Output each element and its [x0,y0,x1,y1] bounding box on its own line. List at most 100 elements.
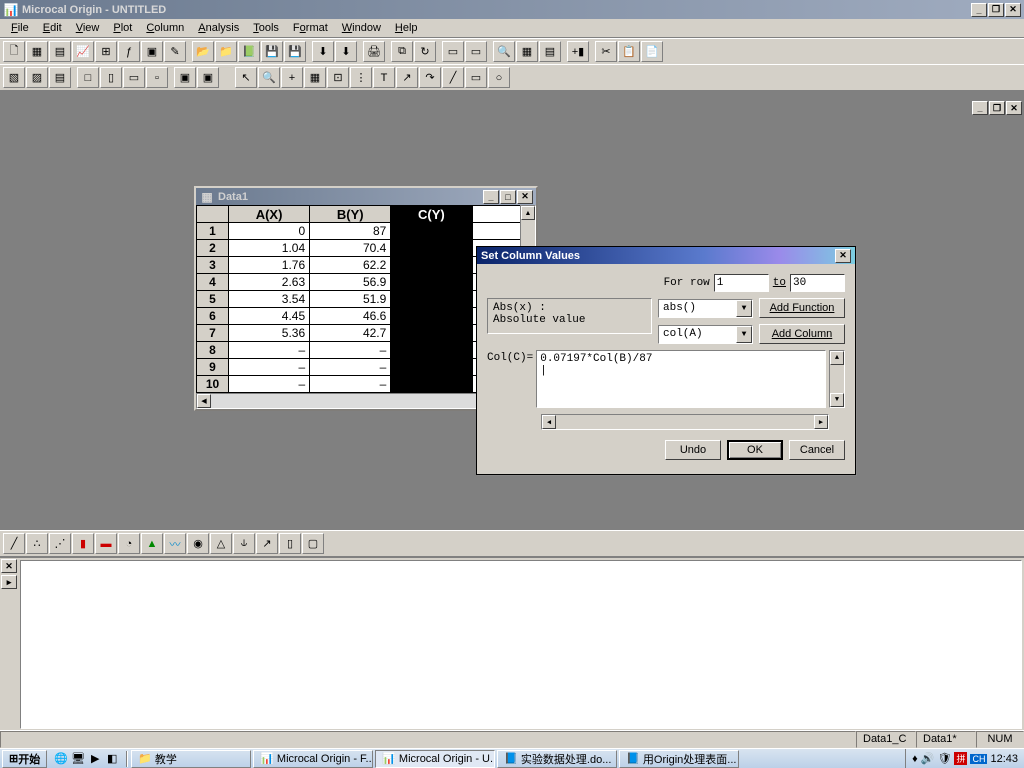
row-from-input[interactable] [714,274,769,292]
layer-button[interactable]: ▭ [442,41,464,62]
ternary-plot-button[interactable]: △ [210,533,232,554]
menu-edit[interactable]: Edit [36,20,69,36]
line-tool[interactable]: ╱ [442,67,464,88]
new-function-button[interactable]: ƒ [118,41,140,62]
menu-tools[interactable]: Tools [246,20,286,36]
row-header[interactable]: 1 [197,223,229,240]
cell[interactable]: 5.36 [229,325,310,342]
line-symbol-button[interactable]: ⋰ [49,533,71,554]
layout1-button[interactable]: □ [77,67,99,88]
add-function-button[interactable]: Add Function [759,298,845,318]
stock-plot-button[interactable]: ⫝ [233,533,255,554]
scroll-up-icon[interactable]: ▲ [830,351,844,365]
paste-button[interactable]: 📄 [641,41,663,62]
zoom-tool[interactable]: 🔍 [258,67,280,88]
layout4-button[interactable]: ▫ [146,67,168,88]
scatter-plot-button[interactable]: ∴ [26,533,48,554]
taskbar-task[interactable]: 📊Microcal Origin - U... [375,750,495,768]
new-graph-button[interactable]: 📈 [72,41,94,62]
cell[interactable]: – [229,342,310,359]
layout3-button[interactable]: ▭ [123,67,145,88]
import-multi-button[interactable]: ⬇ [335,41,357,62]
menu-help[interactable]: Help [388,20,425,36]
cell-selected[interactable] [391,308,472,325]
new-excel-button[interactable]: ▤ [49,41,71,62]
col-header-a[interactable]: A(X) [229,206,310,223]
cell[interactable]: – [310,376,391,393]
scroll-down-icon[interactable]: ▼ [830,393,844,407]
ws-maximize-button[interactable]: □ [500,190,516,204]
cancel-button[interactable]: Cancel [789,440,845,460]
taskbar-task[interactable]: 📊Microcal Origin - F... [253,750,373,768]
menu-view[interactable]: View [69,20,107,36]
save-button[interactable]: 💾 [261,41,283,62]
cell-selected[interactable] [391,291,472,308]
ok-button[interactable]: OK [727,440,783,460]
cell[interactable]: 56.9 [310,274,391,291]
graph3-button[interactable]: ▤ [49,67,71,88]
undo-button[interactable]: Undo [665,440,721,460]
scroll-right-icon[interactable]: ▶ [814,415,828,429]
pointer-tool[interactable]: ↖ [235,67,257,88]
close-button[interactable]: ✕ [1005,3,1021,17]
cell[interactable]: 1.76 [229,257,310,274]
merge-button[interactable]: ▣ [197,67,219,88]
template-plot-button[interactable]: ▢ [302,533,324,554]
cell[interactable]: 3.54 [229,291,310,308]
menu-file[interactable]: File [4,20,36,36]
ws-close-button[interactable]: ✕ [517,190,533,204]
tray-icon[interactable]: 🛡 [937,752,951,765]
pie-plot-button[interactable]: ◔ [118,533,140,554]
taskbar-task[interactable]: 📘实验数据处理.do... [497,750,617,768]
data-selector-tool[interactable]: ⊡ [327,67,349,88]
cell-selected[interactable] [391,376,472,393]
add-layer-button[interactable]: ▭ [465,41,487,62]
draw-data-tool[interactable]: ⋮ [350,67,372,88]
tray-icon[interactable]: 🔊 [921,752,935,765]
add-column-button[interactable]: +▮ [567,41,589,62]
cell-selected[interactable] [391,325,472,342]
open-excel-button[interactable]: 📗 [238,41,260,62]
media-icon[interactable]: ▶ [87,751,103,767]
screen-reader-tool[interactable]: ▦ [304,67,326,88]
minimize-button[interactable]: _ [971,3,987,17]
new-worksheet-button[interactable]: ▦ [26,41,48,62]
formula-scrollbar[interactable]: ▲ ▼ [829,350,845,408]
cell[interactable]: – [229,376,310,393]
scroll-up-icon[interactable]: ▲ [521,206,535,220]
cell[interactable]: – [229,359,310,376]
rescale-button[interactable]: 🔍 [493,41,515,62]
results-log-button[interactable]: ▦ [516,41,538,62]
worksheet-titlebar[interactable]: ▦ Data1 _ □ ✕ [196,188,536,205]
print-button[interactable]: 🖨 [363,41,385,62]
cell-selected[interactable] [391,359,472,376]
cell[interactable]: 62.2 [310,257,391,274]
output-textarea[interactable] [20,560,1022,729]
row-header[interactable]: 7 [197,325,229,342]
arrow-tool[interactable]: ↗ [396,67,418,88]
extract-button[interactable]: ▣ [174,67,196,88]
open-template-button[interactable]: 📁 [215,41,237,62]
script-window-button[interactable]: ▤ [539,41,561,62]
taskbar-task[interactable]: 📘用Origin处理表面... [619,750,739,768]
cell[interactable]: 51.9 [310,291,391,308]
circle-tool[interactable]: ○ [488,67,510,88]
cell-selected[interactable] [391,274,472,291]
mdi-minimize-button[interactable]: _ [972,101,988,115]
cell-selected[interactable] [391,223,472,240]
col-header-c[interactable]: C(Y) [391,206,472,223]
text-tool[interactable]: T [373,67,395,88]
menu-window[interactable]: Window [335,20,388,36]
column-plot-button[interactable]: ▮ [72,533,94,554]
curve-arrow-tool[interactable]: ↷ [419,67,441,88]
function-combo[interactable]: abs() ▼ [658,299,753,318]
ws-scrollbar-h[interactable]: ◀ ▶ [196,393,520,409]
box-plot-button[interactable]: ▯ [279,533,301,554]
3d-plot-button[interactable]: ◉ [187,533,209,554]
row-header[interactable]: 2 [197,240,229,257]
graph1-button[interactable]: ▧ [3,67,25,88]
area-plot-button[interactable]: ▲ [141,533,163,554]
formula-hscroll[interactable]: ◀ ▶ [541,414,829,430]
dialog-close-button[interactable]: ✕ [835,249,851,263]
scroll-left-icon[interactable]: ◀ [197,394,211,408]
